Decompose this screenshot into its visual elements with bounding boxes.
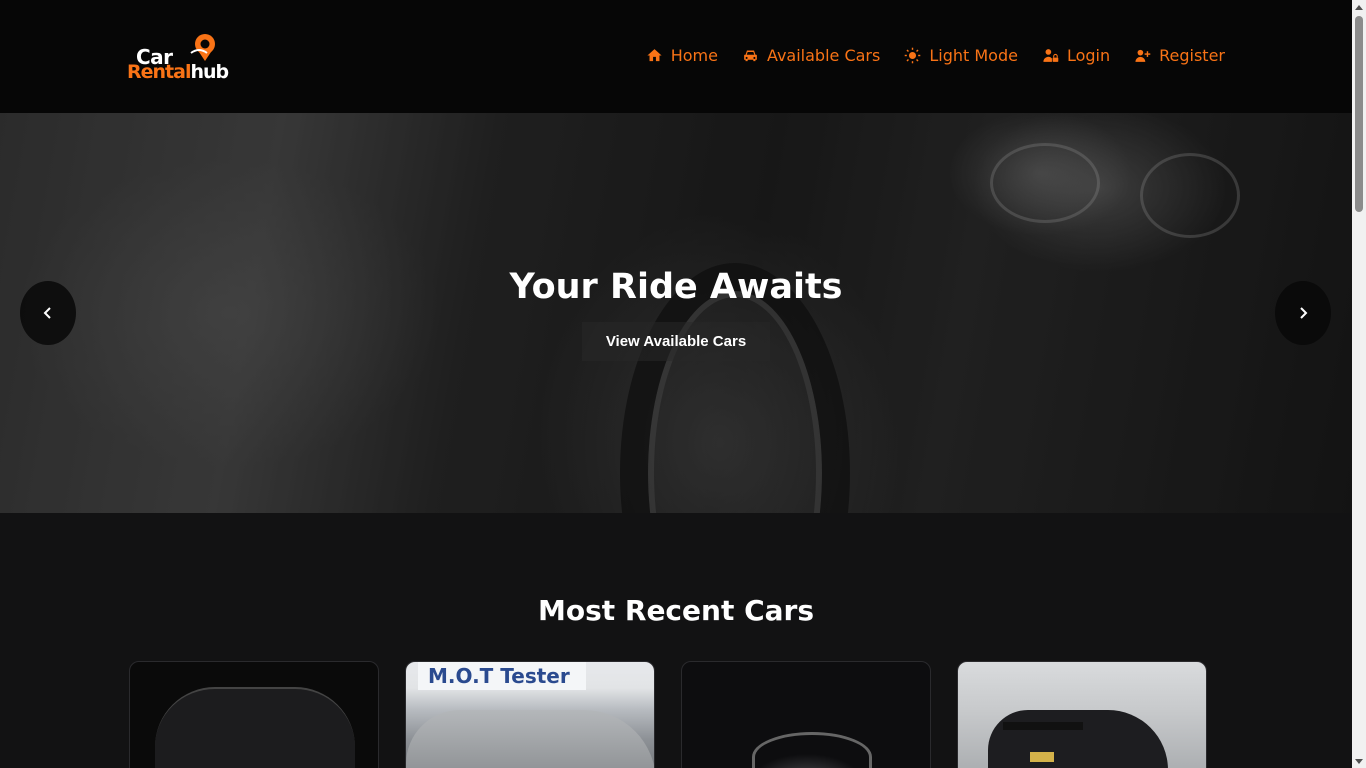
home-icon bbox=[647, 49, 662, 62]
nav-item-home-label: Home bbox=[670, 46, 718, 65]
carousel-prev-button[interactable] bbox=[20, 281, 76, 345]
chevron-left-icon bbox=[43, 307, 51, 319]
site-logo[interactable]: Car Rentalhub bbox=[127, 33, 229, 83]
car-image bbox=[155, 687, 355, 768]
hero-title: Your Ride Awaits bbox=[509, 267, 843, 307]
car-image-spoiler bbox=[1003, 722, 1083, 730]
nav-item-light-mode-label: Light Mode bbox=[929, 46, 1018, 65]
car-card[interactable] bbox=[681, 661, 931, 768]
car-card[interactable] bbox=[957, 661, 1207, 768]
scroll-thumb[interactable] bbox=[1355, 16, 1363, 212]
site-header: Car Rentalhub Home Available Cars Light … bbox=[0, 0, 1352, 113]
nav-item-register-label: Register bbox=[1159, 46, 1225, 65]
car-card[interactable]: M.O.T Tester bbox=[405, 661, 655, 768]
main-nav: Home Available Cars Light Mode Login Reg… bbox=[646, 46, 1225, 65]
nav-item-home[interactable]: Home bbox=[646, 46, 718, 65]
page-scrollbar[interactable] bbox=[1352, 0, 1366, 768]
car-image-plate bbox=[1030, 752, 1054, 762]
car-icon bbox=[744, 50, 757, 62]
scroll-down-button[interactable] bbox=[1352, 754, 1366, 768]
nav-item-light-mode[interactable]: Light Mode bbox=[904, 46, 1018, 65]
car-image bbox=[752, 732, 872, 768]
car-card[interactable] bbox=[129, 661, 379, 768]
user-lock-icon bbox=[1043, 49, 1059, 62]
hero-carousel: Your Ride Awaits View Available Cars bbox=[0, 113, 1352, 513]
location-pin-icon bbox=[190, 34, 215, 61]
user-plus-icon bbox=[1135, 49, 1151, 62]
nav-item-available-cars[interactable]: Available Cars bbox=[742, 46, 880, 65]
logo-text-rental: Rentalhub bbox=[127, 61, 229, 83]
sun-icon bbox=[905, 47, 921, 64]
chevron-right-icon bbox=[1300, 307, 1308, 319]
scroll-up-button[interactable] bbox=[1352, 0, 1366, 14]
hero-overlay bbox=[0, 113, 1352, 513]
arrow-down-icon bbox=[1355, 758, 1363, 764]
nav-item-login-label: Login bbox=[1066, 46, 1111, 65]
car-image bbox=[988, 710, 1168, 768]
arrow-up-icon bbox=[1355, 4, 1363, 10]
recent-cars-list: M.O.T Tester bbox=[129, 661, 1207, 768]
view-available-cars-button[interactable]: View Available Cars bbox=[582, 322, 770, 361]
nav-item-login[interactable]: Login bbox=[1042, 46, 1110, 65]
nav-item-register[interactable]: Register bbox=[1134, 46, 1225, 65]
section-title-recent-cars: Most Recent Cars bbox=[537, 594, 815, 627]
nav-item-available-cars-label: Available Cars bbox=[766, 46, 881, 65]
car-image bbox=[406, 710, 654, 768]
carousel-next-button[interactable] bbox=[1275, 281, 1331, 345]
car-image-sign: M.O.T Tester bbox=[418, 662, 586, 690]
